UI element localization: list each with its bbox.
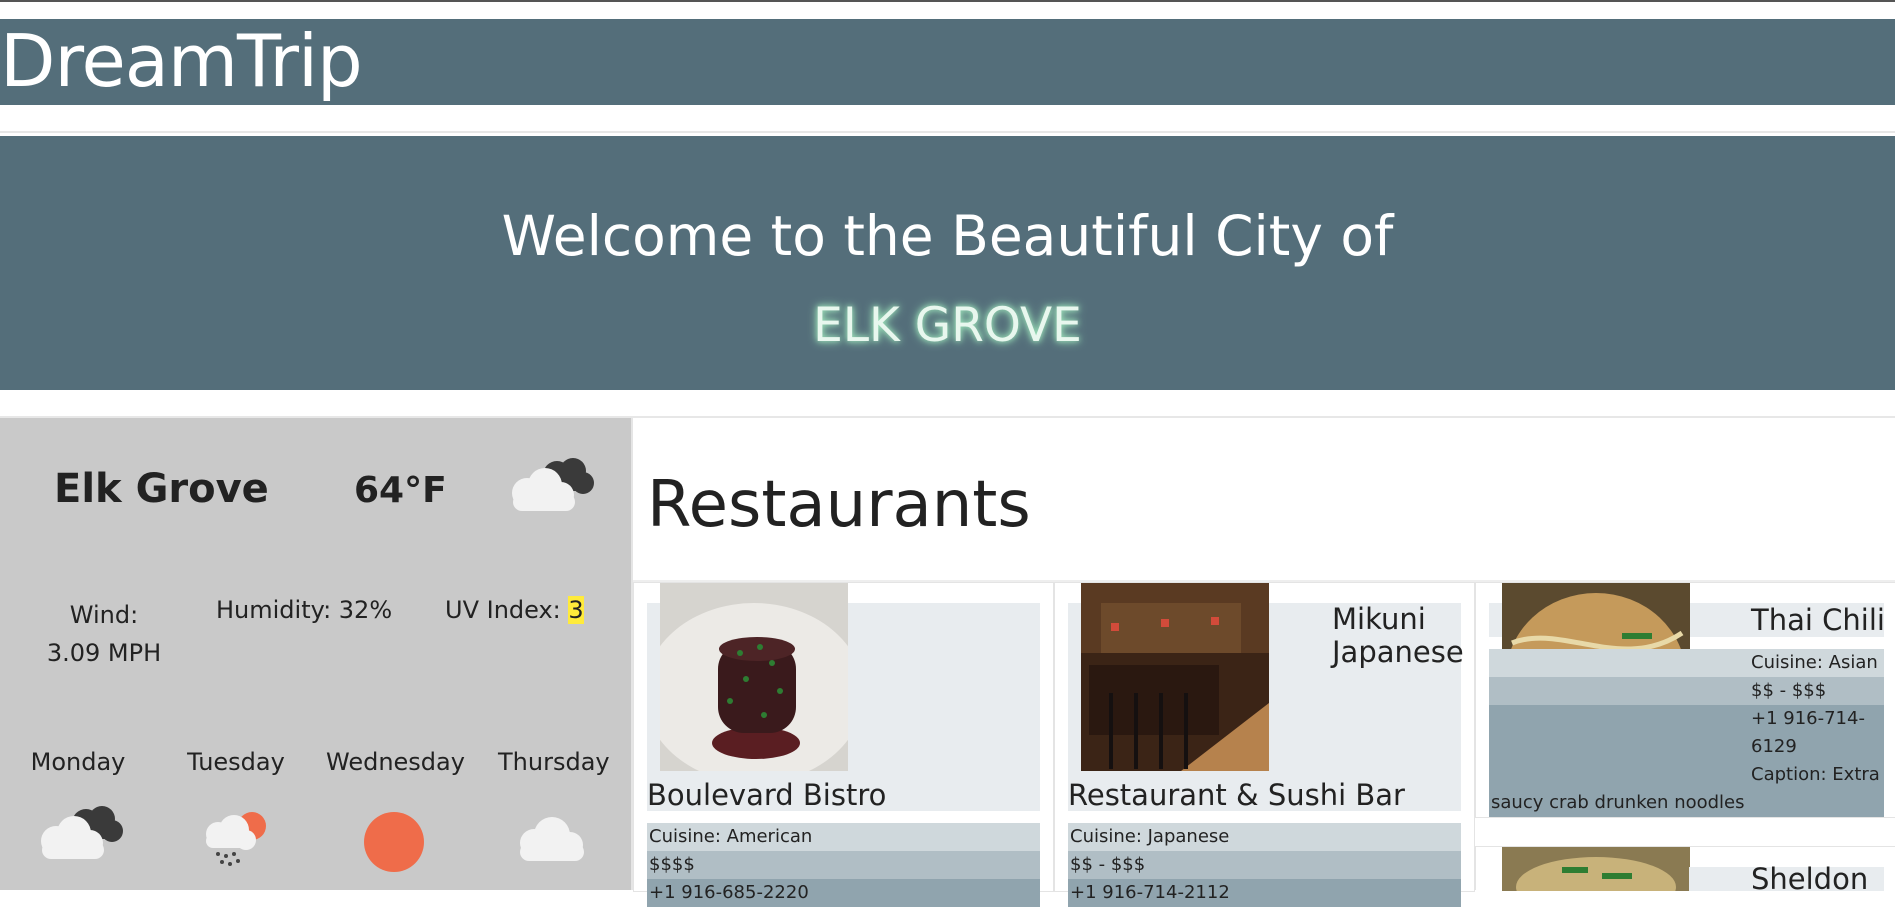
restaurant-phone: +1 916-685-2220	[647, 879, 1040, 907]
top-border	[0, 0, 1895, 2]
weather-wind: Wind: 3.09 MPH	[46, 601, 162, 667]
weather-uv: UV Index: 3	[445, 596, 584, 624]
hero-banner: Welcome to the Beautiful City of ELK GRO…	[0, 136, 1895, 390]
rain-sun-icon	[206, 812, 266, 866]
hero-welcome-text: Welcome to the Beautiful City of	[501, 204, 1394, 268]
uv-value: 3	[568, 596, 584, 624]
restaurant-name[interactable]: Boulevard Bistro	[647, 778, 886, 812]
site-logo-title[interactable]: DreamTrip	[0, 25, 363, 97]
hero-spacer	[0, 390, 1895, 418]
restaurant-name-line-1[interactable]: Mikuni	[1332, 602, 1426, 636]
restaurant-card-mikuni[interactable]: Mikuni Japanese Restaurant & Sushi Bar C…	[1054, 582, 1475, 907]
restaurant-cuisine: Cuisine: Asian	[1489, 649, 1884, 677]
partly-cloudy-icon	[512, 458, 594, 511]
forecast-day-thursday: Thursday	[498, 748, 610, 776]
weather-temperature: 64°F	[354, 470, 447, 511]
restaurants-section: Restaurants Boulevard Bistro Cuisine: Am…	[631, 418, 1895, 907]
restaurant-phone-line-1: +1 916-714-	[1489, 705, 1884, 733]
weather-city: Elk Grove	[54, 466, 269, 512]
restaurant-cuisine: Cuisine: American	[647, 823, 1040, 851]
restaurant-cuisine: Cuisine: Japanese	[1068, 823, 1461, 851]
restaurants-heading: Restaurants	[647, 468, 1031, 542]
weather-humidity: Humidity: 32%	[216, 596, 393, 624]
forecast-day-tuesday: Tuesday	[187, 748, 285, 776]
cloud-icon	[520, 817, 584, 861]
restaurant-price: $$$$	[647, 851, 1040, 879]
restaurant-card-sheldon[interactable]: Sheldon	[1475, 846, 1895, 896]
restaurant-phone: +1 916-714-2112	[1068, 879, 1461, 907]
restaurant-name-line-2[interactable]: Japanese	[1332, 635, 1464, 669]
header-spacer	[0, 105, 1895, 133]
sun-icon	[364, 812, 424, 872]
cloudy-icon	[41, 806, 123, 859]
restaurant-card-boulevard-bistro[interactable]: Boulevard Bistro Cuisine: American $$$$ …	[633, 582, 1054, 907]
restaurant-photo[interactable]	[1081, 583, 1269, 771]
restaurant-name[interactable]: Sheldon	[1751, 862, 1868, 896]
uv-label: UV Index:	[445, 596, 569, 624]
restaurant-photo[interactable]	[660, 583, 848, 771]
site-header: DreamTrip	[0, 19, 1895, 105]
weather-panel: Elk Grove 64°F Wind: 3.09 MPH Humidity: …	[0, 418, 631, 890]
restaurant-price: $$ - $$$	[1489, 677, 1884, 705]
restaurant-caption-line-2: saucy crab drunken noodles	[1489, 789, 1884, 817]
restaurant-name[interactable]: Thai Chili	[1751, 603, 1885, 637]
forecast-day-monday: Monday	[30, 748, 126, 776]
hero-city-name: ELK GROVE	[813, 298, 1082, 353]
forecast-day-wednesday: Wednesday	[326, 748, 465, 776]
restaurant-price: $$ - $$$	[1068, 851, 1461, 879]
restaurant-name-line-3[interactable]: Restaurant & Sushi Bar	[1068, 778, 1405, 812]
restaurant-caption-line-1: Caption: Extra	[1489, 761, 1884, 789]
restaurant-photo[interactable]	[1502, 847, 1690, 891]
restaurant-card-thai-chili[interactable]: Thai Chili Cuisine: Asian $$ - $$$ +1 91…	[1475, 582, 1895, 818]
restaurant-phone-line-2: 6129	[1489, 733, 1884, 761]
